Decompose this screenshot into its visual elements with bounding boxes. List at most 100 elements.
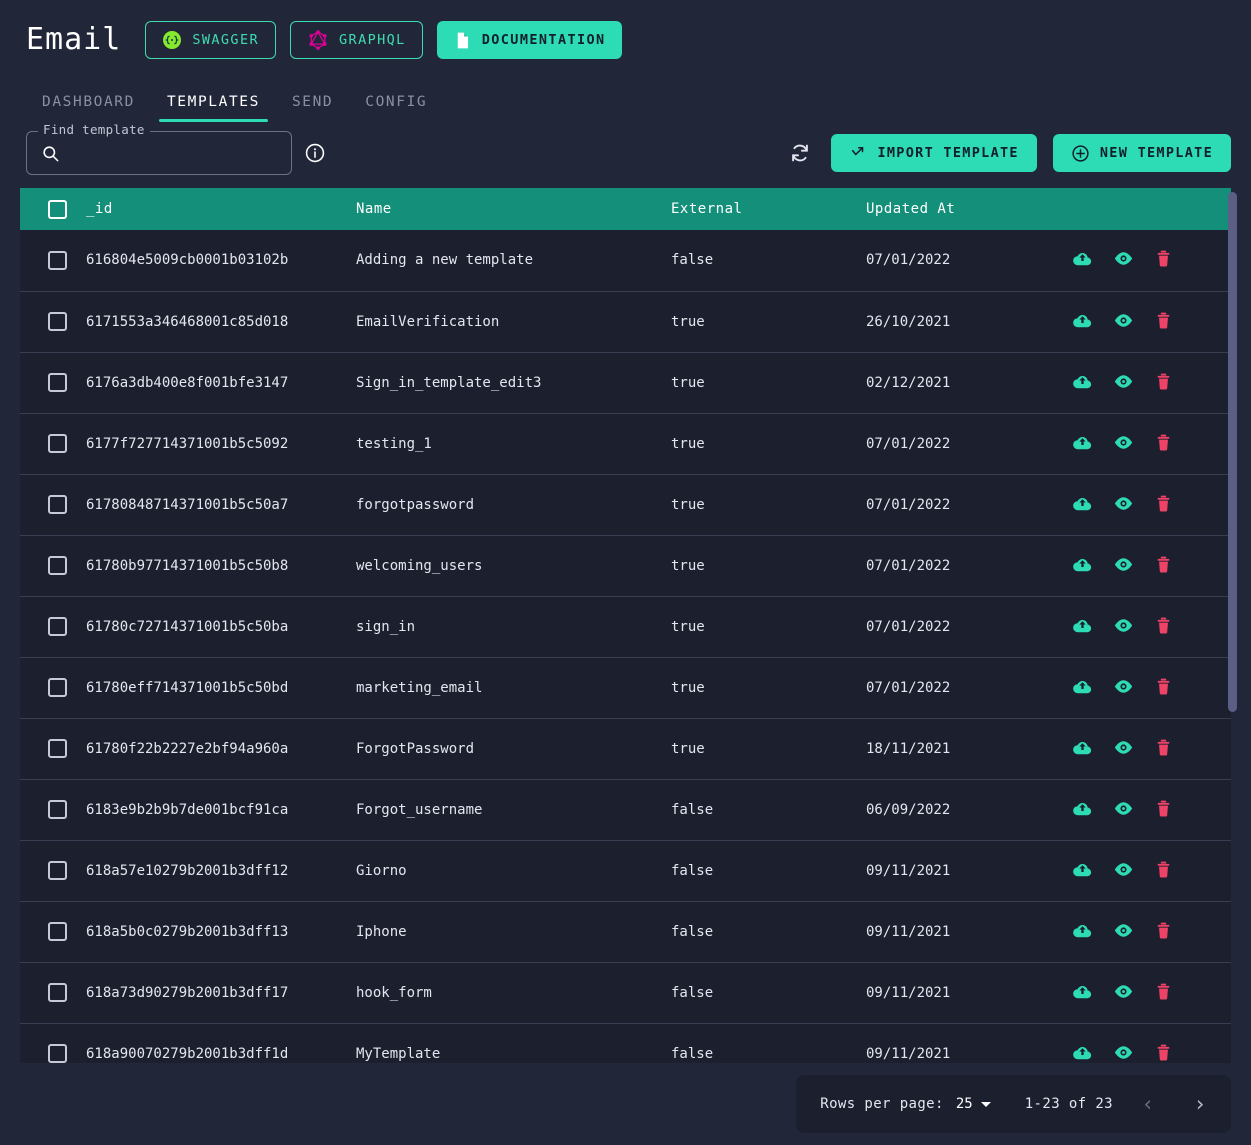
upload-button[interactable]	[1071, 1041, 1094, 1064]
select-all-checkbox[interactable]	[48, 199, 67, 219]
table-row[interactable]: 6176a3db400e8f001bfe3147 Sign_in_templat…	[20, 352, 1231, 414]
table-row[interactable]: 616804e5009cb0001b03102b Adding a new te…	[20, 230, 1231, 292]
upload-button[interactable]	[1071, 736, 1094, 762]
table-row[interactable]: 618a57e10279b2001b3dff12 Giorno false 09…	[20, 840, 1231, 902]
column-header-id[interactable]: _id	[86, 188, 356, 230]
row-checkbox[interactable]	[48, 617, 67, 636]
import-template-label: IMPORT TEMPLATE	[877, 145, 1019, 161]
preview-button[interactable]	[1112, 553, 1135, 579]
preview-button[interactable]	[1112, 980, 1135, 1006]
row-checkbox[interactable]	[48, 983, 67, 1002]
preview-button[interactable]	[1112, 858, 1135, 884]
search-input[interactable]	[68, 145, 268, 161]
row-checkbox[interactable]	[48, 556, 67, 575]
delete-button[interactable]	[1153, 1042, 1174, 1064]
upload-button[interactable]	[1071, 675, 1094, 701]
table-header-row: _id Name External Updated At	[20, 188, 1231, 230]
table-row[interactable]: 61780f22b2227e2bf94a960a ForgotPassword …	[20, 718, 1231, 780]
delete-button[interactable]	[1153, 554, 1174, 578]
table-row[interactable]: 6183e9b2b9b7de001bcf91ca Forgot_username…	[20, 779, 1231, 841]
upload-button[interactable]	[1071, 247, 1094, 273]
upload-button[interactable]	[1071, 614, 1094, 640]
graphql-button[interactable]: GRAPHQL	[290, 21, 423, 59]
previous-page-button[interactable]: ‹	[1131, 1087, 1165, 1121]
preview-button[interactable]	[1112, 919, 1135, 945]
preview-button[interactable]	[1112, 492, 1135, 518]
delete-button[interactable]	[1153, 981, 1174, 1005]
delete-button[interactable]	[1153, 798, 1174, 822]
row-checkbox[interactable]	[48, 250, 67, 270]
table-row[interactable]: 618a5b0c0279b2001b3dff13 Iphone false 09…	[20, 901, 1231, 963]
preview-button[interactable]	[1112, 797, 1135, 823]
preview-button[interactable]	[1112, 370, 1135, 396]
table-row[interactable]: 61780eff714371001b5c50bd marketing_email…	[20, 657, 1231, 719]
templates-table-scroll[interactable]: _id Name External Updated At 616804e5009…	[20, 188, 1231, 1063]
delete-button[interactable]	[1153, 248, 1174, 272]
upload-button[interactable]	[1071, 431, 1094, 457]
row-checkbox[interactable]	[48, 800, 67, 819]
row-checkbox[interactable]	[48, 922, 67, 941]
table-row[interactable]: 618a90070279b2001b3dff1d MyTemplate fals…	[20, 1023, 1231, 1063]
tab-send[interactable]: SEND	[276, 94, 349, 123]
preview-button[interactable]	[1112, 1041, 1135, 1064]
preview-button[interactable]	[1112, 247, 1135, 273]
row-checkbox[interactable]	[48, 678, 67, 697]
import-template-button[interactable]: IMPORT TEMPLATE	[831, 134, 1037, 172]
delete-button[interactable]	[1153, 432, 1174, 456]
info-icon[interactable]	[304, 142, 326, 164]
row-checkbox[interactable]	[48, 861, 67, 880]
delete-button[interactable]	[1153, 615, 1174, 639]
column-header-external[interactable]: External	[671, 188, 866, 230]
table-row[interactable]: 6177f727714371001b5c5092 testing_1 true …	[20, 413, 1231, 475]
next-page-button[interactable]: ›	[1183, 1087, 1217, 1121]
row-checkbox[interactable]	[48, 1044, 67, 1063]
upload-button[interactable]	[1071, 492, 1094, 518]
delete-button[interactable]	[1153, 920, 1174, 944]
row-checkbox[interactable]	[48, 373, 67, 392]
tab-dashboard[interactable]: DASHBOARD	[26, 94, 151, 123]
row-checkbox[interactable]	[48, 434, 67, 453]
refresh-button[interactable]	[785, 138, 815, 168]
new-template-button[interactable]: NEW TEMPLATE	[1052, 134, 1231, 172]
row-checkbox[interactable]	[48, 312, 67, 331]
delete-button[interactable]	[1153, 737, 1174, 761]
preview-button[interactable]	[1112, 675, 1135, 701]
preview-button[interactable]	[1112, 614, 1135, 640]
upload-button[interactable]	[1071, 553, 1094, 579]
delete-button[interactable]	[1153, 310, 1174, 334]
upload-button[interactable]	[1071, 858, 1094, 884]
row-checkbox[interactable]	[48, 739, 67, 758]
delete-button[interactable]	[1153, 493, 1174, 517]
row-select-cell	[20, 840, 86, 902]
table-row[interactable]: 61780c72714371001b5c50ba sign_in true 07…	[20, 596, 1231, 658]
swagger-button[interactable]: SWAGGER	[145, 21, 277, 59]
upload-button[interactable]	[1071, 797, 1094, 823]
cell-actions	[1071, 1023, 1231, 1063]
row-checkbox[interactable]	[48, 495, 67, 514]
documentation-button[interactable]: DOCUMENTATION	[436, 21, 622, 59]
import-icon	[849, 144, 867, 162]
column-header-name[interactable]: Name	[356, 188, 671, 230]
column-header-actions	[1071, 188, 1231, 230]
delete-button[interactable]	[1153, 371, 1174, 395]
row-select-cell	[20, 291, 86, 353]
tab-config[interactable]: CONFIG	[349, 94, 443, 123]
delete-button[interactable]	[1153, 859, 1174, 883]
table-row[interactable]: 618a73d90279b2001b3dff17 hook_form false…	[20, 962, 1231, 1024]
table-row[interactable]: 61780b97714371001b5c50b8 welcoming_users…	[20, 535, 1231, 597]
preview-button[interactable]	[1112, 431, 1135, 457]
table-row[interactable]: 61780848714371001b5c50a7 forgotpassword …	[20, 474, 1231, 536]
table-scrollbar-thumb[interactable]	[1228, 192, 1237, 712]
rows-per-page-select[interactable]: 25	[956, 1096, 991, 1112]
search-box[interactable]	[26, 131, 292, 175]
table-row[interactable]: 6171553a346468001c85d018 EmailVerificati…	[20, 291, 1231, 353]
tab-templates[interactable]: TEMPLATES	[151, 94, 276, 123]
delete-button[interactable]	[1153, 676, 1174, 700]
upload-button[interactable]	[1071, 309, 1094, 335]
upload-button[interactable]	[1071, 919, 1094, 945]
preview-button[interactable]	[1112, 309, 1135, 335]
preview-button[interactable]	[1112, 736, 1135, 762]
upload-button[interactable]	[1071, 980, 1094, 1006]
column-header-updated[interactable]: Updated At	[866, 188, 1071, 230]
upload-button[interactable]	[1071, 370, 1094, 396]
